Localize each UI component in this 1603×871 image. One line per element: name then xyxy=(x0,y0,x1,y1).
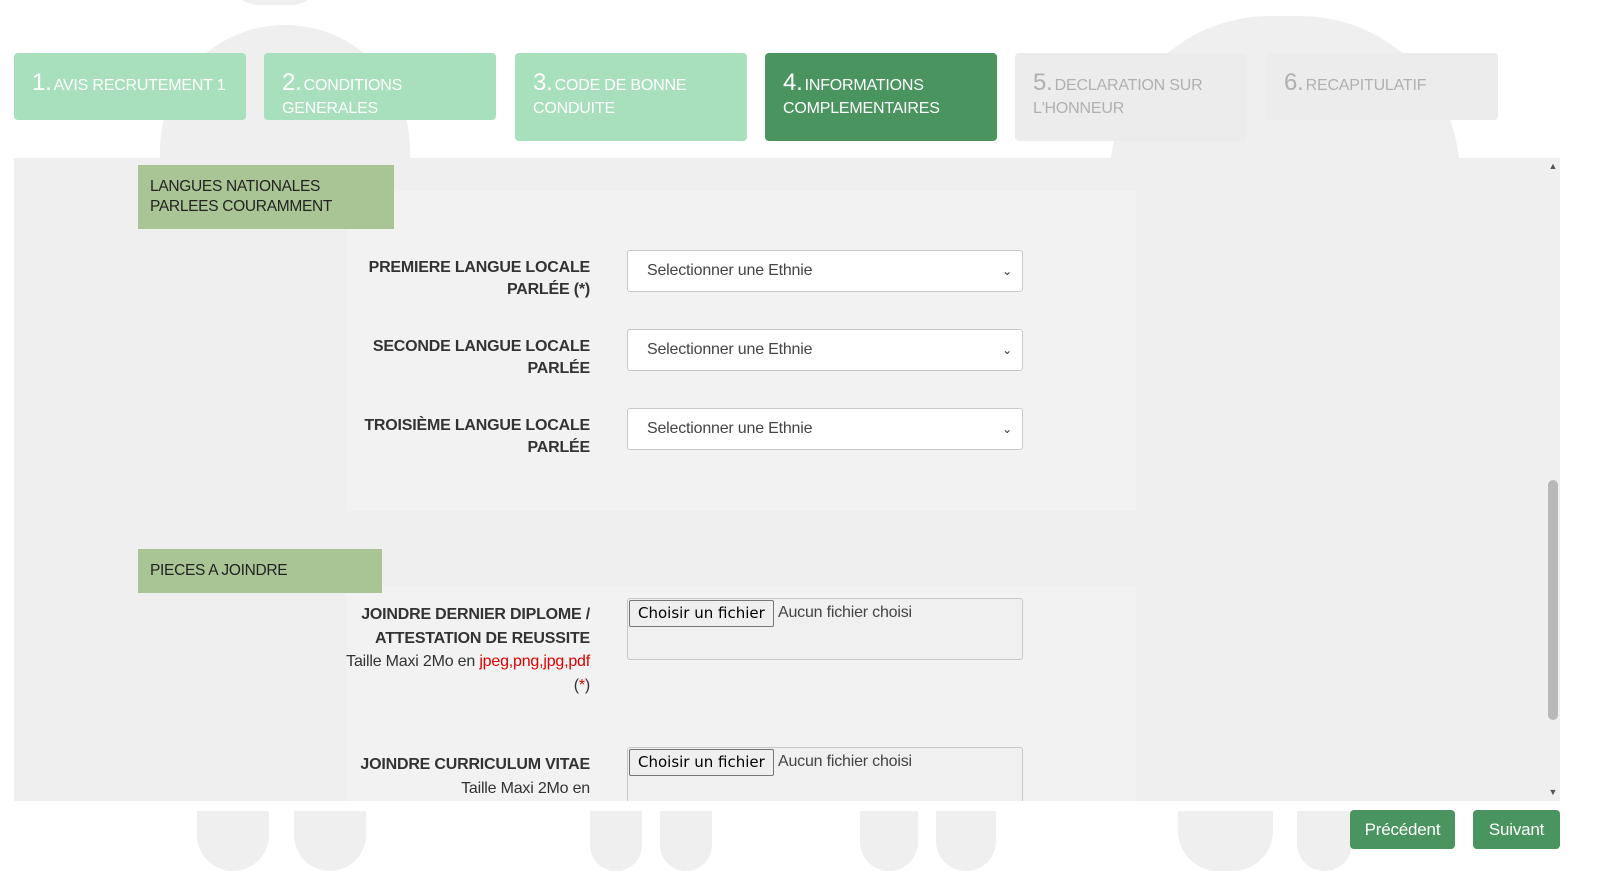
required-marker: (*) xyxy=(573,281,591,298)
next-button[interactable]: Suivant xyxy=(1473,810,1560,849)
step-4[interactable]: 4. INFORMATIONS COMPLEMENTAIRES xyxy=(765,53,997,141)
second-language-select[interactable]: Selectionner une Ethnie ⌄ xyxy=(627,329,1023,371)
background-decoration xyxy=(590,811,642,871)
file-status: Aucun fichier choisi xyxy=(778,753,912,770)
background-decoration xyxy=(1178,811,1273,871)
size-note: Taille Maxi 2Mo en xyxy=(461,779,590,797)
cv-label-text: JOINDRE CURRICULUM VITAE xyxy=(360,756,590,773)
third-language-select[interactable]: Selectionner une Ethnie ⌄ xyxy=(627,408,1023,450)
third-language-label: TROISIÈME LANGUE LOCALE PARLÉE xyxy=(340,415,590,459)
background-decoration xyxy=(936,811,996,871)
background-decoration xyxy=(294,811,366,871)
second-language-label: SECONDE LANGUE LOCALE PARLÉE xyxy=(340,336,590,380)
background-decoration xyxy=(1297,811,1352,871)
scroll-down-icon[interactable]: ▼ xyxy=(1546,786,1560,798)
step-number: 2. xyxy=(282,69,302,96)
step-3[interactable]: 3. CODE DE BONNE CONDUITE xyxy=(515,53,747,141)
section-title-attachments: PIECES A JOINDRE xyxy=(138,549,382,593)
step-number: 4. xyxy=(783,69,803,96)
background-decoration xyxy=(197,811,269,871)
required-marker: * xyxy=(578,676,585,694)
diploma-file-input[interactable]: Choisir un fichier Aucun fichier choisi xyxy=(627,598,1023,660)
cv-file-input[interactable]: Choisir un fichier Aucun fichier choisi xyxy=(627,747,1023,801)
step-label: DECLARATION SUR L'HONNEUR xyxy=(1033,77,1203,117)
second-language-value: Selectionner une Ethnie xyxy=(647,341,813,358)
step-number: 3. xyxy=(533,69,553,96)
scroll-up-icon[interactable]: ▲ xyxy=(1546,160,1560,172)
chevron-down-icon: ⌄ xyxy=(1002,422,1012,436)
form-panel: LANGUES NATIONALES PARLEES COURAMMENT PR… xyxy=(14,158,1546,801)
section-title-languages: LANGUES NATIONALES PARLEES COURAMMENT xyxy=(138,165,394,229)
formats-note: jpeg,png,jpg,pdf xyxy=(479,653,590,670)
background-decoration xyxy=(660,811,712,871)
background-decoration xyxy=(860,811,918,871)
first-language-select[interactable]: Selectionner une Ethnie ⌄ xyxy=(627,250,1023,292)
cv-label: JOINDRE CURRICULUM VITAE Taille Maxi 2Mo… xyxy=(340,753,590,800)
step-number: 6. xyxy=(1284,69,1304,96)
diploma-label-text: JOINDRE DERNIER DIPLOME / ATTESTATION DE… xyxy=(361,606,590,647)
third-language-value: Selectionner une Ethnie xyxy=(647,420,813,437)
first-language-value: Selectionner une Ethnie xyxy=(647,262,813,279)
first-language-label: PREMIERE LANGUE LOCALE PARLÉE (*) xyxy=(340,257,591,301)
step-number: 5. xyxy=(1033,69,1053,96)
size-note: Taille Maxi 2Mo en xyxy=(346,653,476,670)
step-number: 1. xyxy=(32,69,52,96)
first-language-label-text: PREMIERE LANGUE LOCALE PARLÉE xyxy=(368,259,591,298)
step-2[interactable]: 2. CONDITIONS GENERALES xyxy=(264,53,496,120)
chevron-down-icon: ⌄ xyxy=(1002,264,1012,278)
scrollbar[interactable]: ▲ ▼ xyxy=(1546,158,1560,801)
file-status: Aucun fichier choisi xyxy=(778,604,912,621)
third-language-label-text: TROISIÈME LANGUE LOCALE PARLÉE xyxy=(364,417,590,456)
step-label: RECAPITULATIF xyxy=(1305,77,1427,94)
step-label: AVIS RECRUTEMENT 1 xyxy=(53,77,226,94)
step-1[interactable]: 1. AVIS RECRUTEMENT 1 xyxy=(14,53,246,120)
choose-file-button[interactable]: Choisir un fichier xyxy=(629,600,774,627)
second-language-label-text: SECONDE LANGUE LOCALE PARLÉE xyxy=(372,338,590,377)
step-6[interactable]: 6. RECAPITULATIF xyxy=(1266,53,1498,120)
background-decoration xyxy=(225,0,325,5)
chevron-down-icon: ⌄ xyxy=(1002,343,1012,357)
step-5[interactable]: 5. DECLARATION SUR L'HONNEUR xyxy=(1015,53,1247,141)
choose-file-button[interactable]: Choisir un fichier xyxy=(629,749,774,776)
diploma-label: JOINDRE DERNIER DIPLOME / ATTESTATION DE… xyxy=(346,606,590,694)
step-label: CODE DE BONNE CONDUITE xyxy=(533,77,687,117)
step-label: INFORMATIONS COMPLEMENTAIRES xyxy=(783,77,940,117)
scrollbar-thumb[interactable] xyxy=(1548,480,1558,720)
previous-button[interactable]: Précédent xyxy=(1350,810,1455,849)
